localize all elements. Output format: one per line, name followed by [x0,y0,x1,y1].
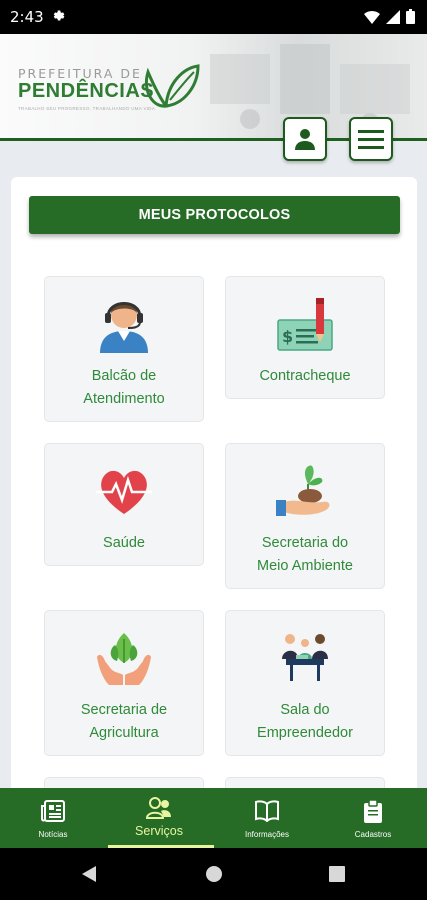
hands-leaf-icon [97,633,151,685]
service-tile-saude[interactable]: Saúde [44,443,204,566]
service-tile-empreendedor[interactable]: Sala do Empreendedor [225,610,385,756]
nav-label: Cadastros [354,830,392,839]
logo-line1: PREFEITURA DE [18,66,142,81]
logo-line2: PENDÊNCIAS [18,80,155,102]
paycheck-icon: $ [277,298,333,351]
bottom-navigation: Notícias Serviços Informações Cadastros [0,788,427,848]
book-icon [255,800,279,823]
user-icon [295,129,315,150]
service-label: Secretaria de Agricultura [80,702,168,741]
settings-gear-icon [50,8,65,27]
service-tile-agricultura[interactable]: Secretaria de Agricultura [44,610,204,756]
service-tile-meio-ambiente[interactable]: Secretaria do Meio Ambiente [225,443,385,589]
service-tile-balcao[interactable]: Balcão de Atendimento [44,276,204,422]
nav-label: Notícias [38,830,68,839]
newspaper-icon [41,800,65,822]
my-protocols-button[interactable]: MEUS PROTOCOLOS [29,196,400,234]
menu-button[interactable] [349,117,393,161]
signal-icon [386,9,400,29]
user-profile-button[interactable] [283,117,327,161]
business-meeting-icon [282,634,328,681]
nav-label: Informações [244,830,290,839]
clipboard-icon [364,799,382,823]
service-label: Contracheque [259,368,351,384]
status-time: 2:43 [10,8,44,26]
home-icon[interactable] [205,865,223,883]
service-label: Sala do Empreendedor [257,702,353,741]
wifi-icon [364,10,380,29]
nav-label: Serviços [135,824,183,838]
service-label: Balcão de Atendimento [83,368,165,407]
nav-servicos[interactable]: Serviços [106,788,214,848]
service-label: Secretaria do Meio Ambiente [257,535,353,574]
leaf-logo-icon [145,64,200,108]
hamburger-menu-icon [358,130,384,149]
logo-slogan: TRABALHO SEU PROGRESSO, TRABALHANDO UMA … [18,106,156,111]
nav-cadastros[interactable]: Cadastros [320,788,426,848]
svg-text:$: $ [282,327,293,346]
back-icon[interactable] [80,865,98,883]
recents-icon[interactable] [329,866,345,882]
service-tile-contracheque[interactable]: $ Contracheque [225,276,385,399]
battery-icon [406,9,415,29]
heart-pulse-icon [96,470,152,514]
hand-plant-icon [276,465,330,516]
customer-service-agent-icon [100,302,148,353]
nav-informacoes[interactable]: Informações [214,788,320,848]
system-navigation-bar [0,848,427,900]
service-label: Saúde [103,535,145,551]
nav-noticias[interactable]: Notícias [0,788,106,848]
people-icon [145,797,171,819]
my-protocols-label: MEUS PROTOCOLOS [138,207,291,223]
status-bar: 2:43 [0,0,427,34]
city-logo: PREFEITURA DE PENDÊNCIAS TRABALHO SEU PR… [18,66,155,111]
